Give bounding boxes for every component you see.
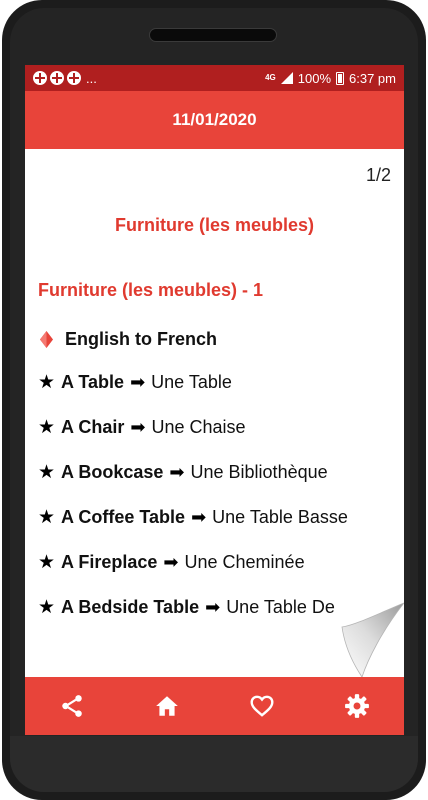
signal-icon: [280, 72, 293, 84]
arrow-right-icon: ➡: [130, 417, 146, 437]
notification-area: ...: [33, 71, 97, 86]
english-word: A Bedside Table: [61, 597, 200, 617]
arrow-right-icon: ➡: [130, 372, 146, 392]
arrow-right-icon: ➡: [163, 552, 179, 572]
direction-row: English to French: [38, 329, 217, 350]
phone-chin: [10, 736, 418, 792]
page-curl-next[interactable]: [338, 601, 404, 677]
star-icon: ★: [38, 462, 56, 483]
star-icon: ★: [38, 507, 56, 528]
app-notification-icon: [50, 71, 64, 85]
direction-label: English to French: [65, 329, 218, 349]
arrow-right-icon: ➡: [205, 597, 221, 617]
vocab-item: ★ A Coffee Table ➡ Une Table Basse: [38, 495, 348, 540]
english-word: A Fireplace: [61, 552, 158, 572]
app-screen: ... 4G 100% 6:37 pm 11/01/2020 1/2 Furni…: [25, 65, 404, 735]
share-button[interactable]: [50, 684, 94, 728]
settings-icon: [344, 694, 369, 718]
french-word: Une Cheminée: [184, 552, 305, 572]
english-word: A Chair: [61, 417, 125, 437]
star-icon: ★: [38, 597, 56, 618]
vocab-item: ★ A Bookcase ➡ Une Bibliothèque: [38, 450, 348, 495]
french-word: Une Table: [151, 372, 232, 392]
page-indicator: 1/2: [365, 165, 391, 185]
arrow-right-icon: ➡: [191, 507, 207, 527]
earpiece-speaker: [149, 28, 277, 42]
battery-icon: [336, 71, 345, 85]
date-title: 11/01/2020: [172, 110, 257, 129]
app-notification-icon: [33, 71, 47, 85]
status-bar: ... 4G 100% 6:37 pm: [25, 65, 404, 91]
vocab-item: ★ A Bedside Table ➡ Une Table De: [38, 585, 348, 630]
notification-overflow: ...: [86, 70, 97, 86]
app-notification-icon: [67, 71, 81, 85]
network-type: 4G: [265, 73, 276, 82]
english-word: A Coffee Table: [61, 507, 186, 527]
star-icon: ★: [38, 372, 56, 393]
french-word: Une Chaise: [151, 417, 246, 437]
vocab-item: ★ A Fireplace ➡ Une Cheminée: [38, 540, 348, 585]
arrow-right-icon: ➡: [169, 462, 185, 482]
bottom-navigation: [25, 677, 404, 735]
home-icon: [156, 696, 178, 716]
english-word: A Bookcase: [61, 462, 164, 482]
french-word: Une Table Basse: [212, 507, 348, 527]
vocab-item: ★ A Chair ➡ Une Chaise: [38, 405, 348, 450]
star-icon: ★: [38, 552, 56, 573]
clock: 6:37 pm: [349, 70, 396, 86]
home-button[interactable]: [145, 684, 189, 728]
favorite-button[interactable]: [240, 684, 284, 728]
lesson-content[interactable]: 1/2 Furniture (les meubles) Furniture (l…: [25, 149, 404, 677]
star-icon: ★: [38, 417, 56, 438]
system-indicators: 4G 100% 6:37 pm: [265, 71, 396, 86]
french-word: Une Bibliothèque: [190, 462, 328, 482]
heart-icon: [250, 695, 274, 717]
section-title: Furniture (les meubles): [114, 215, 315, 235]
lesson-title: Furniture (les meubles) - 1: [38, 280, 264, 300]
french-word: Une Table De: [226, 597, 335, 617]
diamond-icon: [40, 331, 53, 348]
app-bar: 11/01/2020: [25, 91, 404, 149]
settings-button[interactable]: [335, 684, 379, 728]
battery-percent: 100%: [297, 70, 332, 86]
share-icon: [62, 695, 83, 717]
english-word: A Table: [61, 372, 125, 392]
vocab-item: ★ A Table ➡ Une Table: [38, 360, 348, 405]
vocabulary-list: ★ A Table ➡ Une Table ★ A Chair ➡ Une Ch…: [38, 360, 348, 630]
